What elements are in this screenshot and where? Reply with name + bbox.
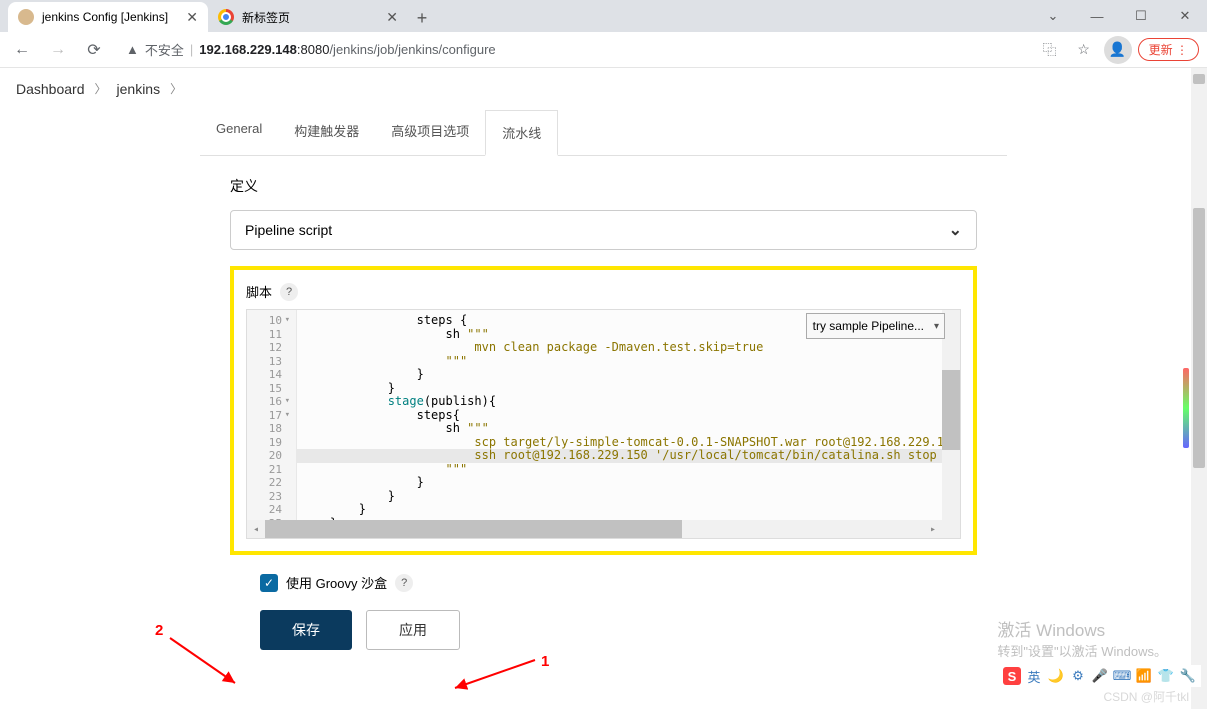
breadcrumb-dashboard[interactable]: Dashboard (16, 81, 85, 97)
config-tabs: General 构建触发器 高级项目选项 流水线 (200, 109, 1007, 156)
windows-activation-watermark: 激活 Windows 转到"设置"以激活 Windows。 (997, 619, 1167, 661)
address-bar[interactable]: ▲ 不安全 | 192.168.229.148:8080/jenkins/job… (116, 36, 1028, 64)
tray-sogou-icon[interactable]: S (1003, 667, 1021, 685)
sample-pipeline-select[interactable]: try sample Pipeline... ▾ (806, 313, 945, 339)
tray-ime-icon[interactable]: 英 (1025, 667, 1043, 685)
groovy-sandbox-checkbox[interactable]: ✓ (260, 574, 278, 592)
nav-back-icon[interactable]: ← (8, 36, 36, 64)
profile-avatar-icon[interactable]: 👤 (1104, 36, 1132, 64)
tray-moon-icon[interactable]: 🌙 (1047, 667, 1065, 685)
color-strip-decoration (1183, 368, 1189, 448)
editor-code[interactable]: steps { sh """ mvn clean package -Dmaven… (297, 310, 960, 534)
nav-reload-icon[interactable]: ⟳ (80, 36, 108, 64)
definition-value: Pipeline script (245, 222, 332, 238)
bookmark-star-icon[interactable]: ☆ (1070, 36, 1098, 64)
browser-tabs: jenkins Config [Jenkins] ✕ 新标签页 ✕ + (0, 0, 436, 32)
breadcrumb-jenkins[interactable]: jenkins (117, 81, 161, 97)
tray-mic-icon[interactable]: 🎤 (1091, 667, 1109, 685)
csdn-watermark: CSDN @阿千tkl (1103, 688, 1189, 705)
tab-close-icon[interactable]: ✕ (186, 9, 198, 26)
chrome-favicon-icon (218, 9, 234, 25)
tab-general[interactable]: General (200, 109, 278, 155)
annotation-1: 1 (541, 653, 549, 670)
tab-close-icon[interactable]: ✕ (386, 9, 398, 26)
page-scrollbar[interactable] (1191, 68, 1207, 709)
scroll-left-icon[interactable]: ◂ (247, 524, 265, 535)
chevron-down-icon: ▾ (934, 321, 939, 332)
security-label: 不安全 (145, 40, 184, 59)
tab-pipeline[interactable]: 流水线 (485, 110, 558, 156)
tray-shirt-icon[interactable]: 👕 (1157, 667, 1175, 685)
tab-title: 新标签页 (242, 9, 290, 26)
window-minimize-icon[interactable]: — (1075, 0, 1119, 32)
system-tray: S 英 🌙 ⚙ 🎤 ⌨ 📶 👕 🔧 (999, 665, 1201, 687)
definition-select[interactable]: Pipeline script ⌄ (230, 210, 977, 250)
insecure-icon: ▲ (126, 42, 139, 57)
tray-keyboard-icon[interactable]: ⌨ (1113, 667, 1131, 685)
browser-update-button[interactable]: 更新 ⋮ (1138, 38, 1199, 61)
window-dropdown-icon[interactable]: ⌄ (1031, 0, 1075, 32)
script-highlight-box: 脚本 ? try sample Pipeline... ▾ 10▾1112131… (230, 266, 977, 555)
tray-wrench-icon[interactable]: 🔧 (1179, 667, 1197, 685)
jenkins-favicon-icon (18, 9, 34, 25)
window-close-icon[interactable]: ✕ (1163, 0, 1207, 32)
tray-network-icon[interactable]: 📶 (1135, 667, 1153, 685)
definition-label: 定义 (230, 176, 977, 196)
tab-build-triggers[interactable]: 构建触发器 (278, 109, 375, 155)
tab-title: jenkins Config [Jenkins] (42, 10, 168, 24)
tab-advanced-options[interactable]: 高级项目选项 (375, 109, 485, 155)
breadcrumb: Dashboard 〉 jenkins 〉 (0, 68, 1207, 109)
save-button[interactable]: 保存 (260, 610, 352, 650)
groovy-sandbox-label: 使用 Groovy 沙盒 (286, 573, 387, 592)
editor-h-scrollbar[interactable]: ◂ ▸ (247, 520, 942, 538)
browser-tab-jenkins[interactable]: jenkins Config [Jenkins] ✕ (8, 2, 208, 32)
chevron-right-icon: 〉 (170, 80, 182, 97)
translate-icon[interactable]: ⿻ (1036, 36, 1064, 64)
url-host: 192.168.229.148:8080/jenkins/job/jenkins… (199, 42, 495, 57)
new-tab-button[interactable]: + (408, 4, 436, 32)
chevron-down-icon: ⌄ (949, 220, 962, 240)
editor-v-scrollbar[interactable] (942, 310, 960, 520)
tray-gear-icon[interactable]: ⚙ (1069, 667, 1087, 685)
apply-button[interactable]: 应用 (366, 610, 460, 650)
window-maximize-icon[interactable]: ☐ (1119, 0, 1163, 32)
nav-forward-icon[interactable]: → (44, 36, 72, 64)
annotation-2: 2 (155, 622, 163, 639)
scroll-right-icon[interactable]: ▸ (924, 524, 942, 535)
chevron-right-icon: 〉 (95, 80, 107, 97)
script-editor[interactable]: 10▾111213141516▾17▾1819202122232425 step… (246, 309, 961, 539)
editor-gutter: 10▾111213141516▾17▾1819202122232425 (247, 310, 297, 534)
sandbox-help-icon[interactable]: ? (395, 574, 413, 592)
browser-tab-newtab[interactable]: 新标签页 ✕ (208, 2, 408, 32)
script-label: 脚本 (246, 282, 272, 301)
script-help-icon[interactable]: ? (280, 283, 298, 301)
